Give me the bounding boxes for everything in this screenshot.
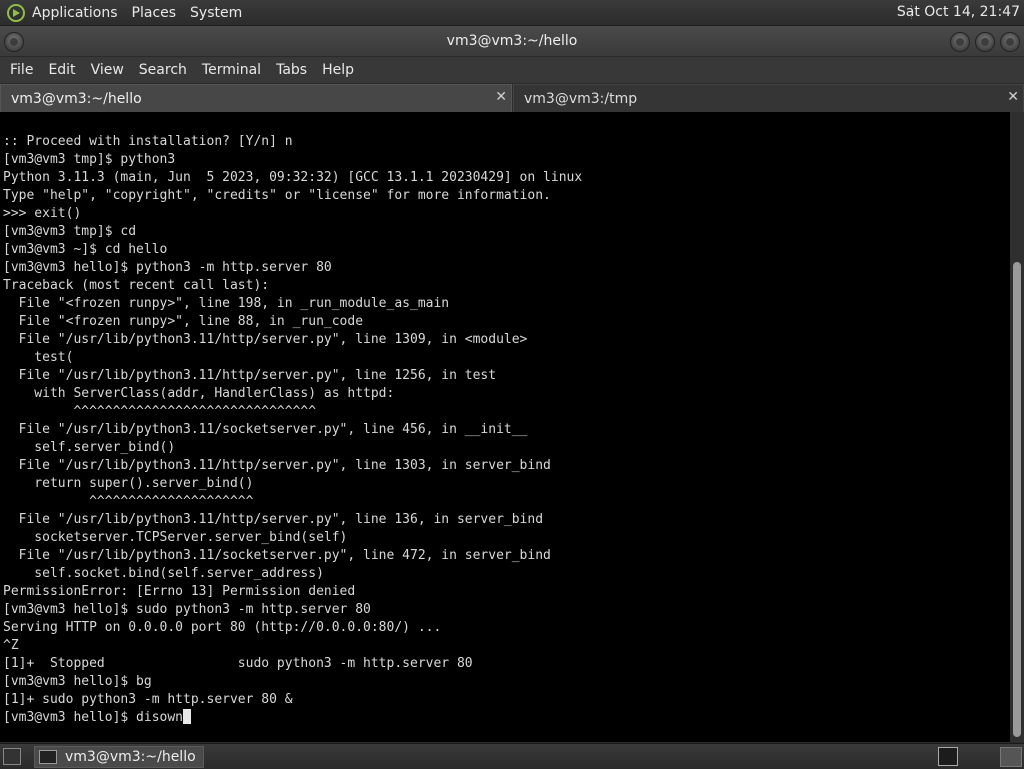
terminal-line: File "/usr/lib/python3.11/http/server.py… [3,458,551,473]
terminal-line: File "<frozen runpy>", line 198, in _run… [3,296,450,311]
terminal-line: Traceback (most recent call last): [3,278,270,293]
terminal-scrollbar[interactable] [1010,112,1024,742]
tab-tmp[interactable]: vm3@vm3:/tmp ✕ [513,84,1024,112]
menu-terminal[interactable]: Terminal [202,62,261,78]
terminal-line: [vm3@vm3 hello]$ sudo python3 -m http.se… [3,602,371,617]
tab-label: vm3@vm3:/tmp [524,90,638,107]
terminal-line: PermissionError: [Errno 13] Permission d… [3,584,356,599]
terminal-line: with ServerClass(addr, HandlerClass) as … [3,386,395,401]
terminal-line: [vm3@vm3 tmp]$ cd [3,224,137,239]
system-menu[interactable]: System [190,5,242,21]
window-menu-button[interactable] [4,32,24,52]
terminal-line: ^Z [3,638,19,653]
terminal-line: [1]+ Stopped sudo python3 -m http.server… [3,656,473,671]
terminal-line: Python 3.11.3 (main, Jun 5 2023, 09:32:3… [3,170,583,185]
terminal-line: File "/usr/lib/python3.11/socketserver.p… [3,548,551,563]
window-title: vm3@vm3:~/hello [446,33,578,49]
applications-menu[interactable]: Applications [32,5,118,21]
terminal-area[interactable]: :: Proceed with installation? [Y/n] n[vm… [0,112,1010,742]
terminal-line: [vm3@vm3 ~]$ cd hello [3,242,168,257]
terminal-line: [1]+ sudo python3 -m http.server 80 & [3,692,293,707]
menubar: File Edit View Search Terminal Tabs Help [0,57,1024,83]
terminal-line: File "/usr/lib/python3.11/socketserver.p… [3,422,528,437]
terminal-line: [vm3@vm3 tmp]$ python3 [3,152,176,167]
applications-logo-icon[interactable] [6,3,26,23]
terminal-line: >>> exit() [3,206,82,221]
close-icon[interactable]: ✕ [1007,89,1019,105]
terminal-line: File "<frozen runpy>", line 88, in _run_… [3,314,364,329]
terminal-line: socketserver.TCPServer.server_bind(self) [3,530,348,545]
minimize-button[interactable] [950,32,970,52]
tab-bar: vm3@vm3:~/hello ✕ vm3@vm3:/tmp ✕ [0,84,1024,112]
terminal-line: File "/usr/lib/python3.11/http/server.py… [3,332,528,347]
taskbar-item-label: vm3@vm3:~/hello [65,749,196,765]
terminal-line: test( [3,350,74,365]
terminal-launcher-icon[interactable] [938,747,958,766]
show-desktop-icon[interactable] [3,748,21,765]
menu-edit[interactable]: Edit [48,62,75,78]
window-titlebar[interactable]: vm3@vm3:~/hello [0,26,1024,57]
tab-hello[interactable]: vm3@vm3:~/hello ✕ [0,84,512,112]
terminal-line: self.socket.bind(self.server_address) [3,566,324,581]
menu-help[interactable]: Help [322,62,354,78]
scrollbar-thumb[interactable] [1013,262,1021,737]
terminal-line: File "/usr/lib/python3.11/http/server.py… [3,512,544,527]
workspace-switcher[interactable] [1000,747,1022,767]
terminal-icon [39,750,57,764]
terminal-line: Serving HTTP on 0.0.0.0 port 80 (http://… [3,620,442,635]
terminal-line: [vm3@vm3 hello]$ bg [3,674,152,689]
terminal-line: ^^^^^^^^^^^^^^^^^^^^^ [3,494,254,509]
maximize-button[interactable] [975,32,995,52]
menu-view[interactable]: View [91,62,124,78]
tab-label: vm3@vm3:~/hello [11,90,142,107]
close-window-button[interactable] [1000,32,1020,52]
terminal-line: :: Proceed with installation? [Y/n] n [3,134,293,149]
terminal-line: [vm3@vm3 hello]$ python3 -m http.server … [3,260,332,275]
terminal-line: File "/usr/lib/python3.11/http/server.py… [3,368,497,383]
menu-tabs[interactable]: Tabs [276,62,307,78]
terminal-output: :: Proceed with installation? [Y/n] n[vm… [3,133,582,727]
terminal-line: self.server_bind() [3,440,176,455]
text-cursor [183,709,192,724]
taskbar-item-terminal[interactable]: vm3@vm3:~/hello [34,746,204,768]
terminal-line: Type "help", "copyright", "credits" or "… [3,188,551,203]
clock[interactable]: Sat Oct 14, 21:47 [897,4,1020,20]
terminal-line: ^^^^^^^^^^^^^^^^^^^^^^^^^^^^^^^ [3,404,317,419]
prompt-text: [vm3@vm3 hello]$ disown [3,710,184,725]
close-icon[interactable]: ✕ [495,89,507,105]
terminal-prompt-line: [vm3@vm3 hello]$ disown [3,709,582,727]
top-panel: Applications Places System Sat Oct 14, 2… [0,0,1024,26]
bottom-panel: vm3@vm3:~/hello [0,743,1024,769]
terminal-line: return super().server_bind() [3,476,254,491]
menu-file[interactable]: File [10,62,33,78]
menu-search[interactable]: Search [139,62,187,78]
places-menu[interactable]: Places [132,5,177,21]
